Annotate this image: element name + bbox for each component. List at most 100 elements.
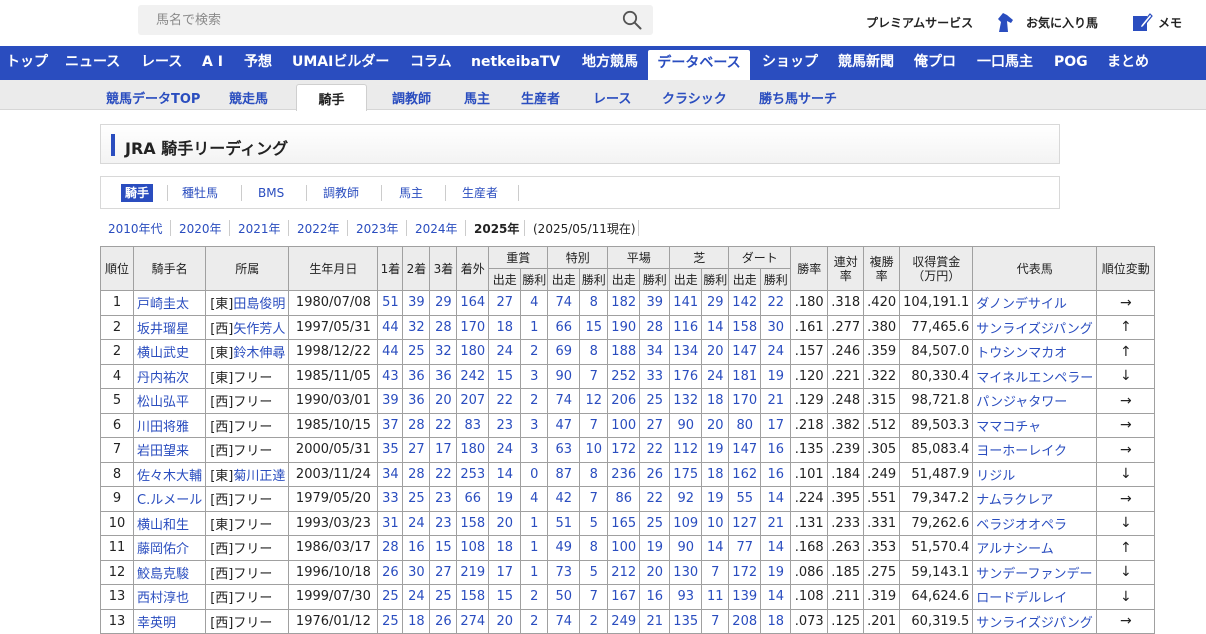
special-wins-link[interactable]: 5: [579, 510, 609, 536]
graded-starts-link[interactable]: 23: [488, 412, 522, 438]
graded-wins-link[interactable]: 2: [520, 339, 549, 365]
subnav-jockey[interactable]: 騎手: [296, 84, 367, 111]
jockey-name-link[interactable]: 西村淳也: [132, 584, 207, 610]
subnav-breeder[interactable]: 生産者: [521, 88, 560, 107]
turf-wins-link[interactable]: 11: [701, 584, 730, 610]
stable-trainer-link[interactable]: 矢作芳人: [233, 322, 285, 337]
third-count-link[interactable]: 27: [429, 559, 458, 585]
graded-starts-link[interactable]: 20: [488, 608, 522, 634]
flat-wins-link[interactable]: 16: [639, 584, 671, 610]
flat-starts-link[interactable]: 182: [607, 290, 641, 316]
special-starts-link[interactable]: 51: [547, 510, 581, 536]
unplaced-count-link[interactable]: 170: [456, 314, 490, 340]
graded-starts-link[interactable]: 15: [488, 363, 522, 389]
third-count-link[interactable]: 23: [429, 510, 458, 536]
dirt-starts-link[interactable]: 158: [728, 314, 762, 340]
flat-starts-link[interactable]: 188: [607, 339, 641, 365]
special-wins-link[interactable]: 5: [579, 559, 609, 585]
flat-wins-link[interactable]: 28: [639, 314, 671, 340]
graded-starts-link[interactable]: 18: [488, 535, 522, 561]
second-count-link[interactable]: 25: [402, 486, 431, 512]
special-wins-link[interactable]: 8: [579, 339, 609, 365]
flat-starts-link[interactable]: 100: [607, 535, 641, 561]
second-count-link[interactable]: 36: [402, 388, 431, 414]
special-starts-link[interactable]: 50: [547, 584, 581, 610]
flat-wins-link[interactable]: 20: [639, 559, 671, 585]
third-count-link[interactable]: 15: [429, 535, 458, 561]
nav-pog[interactable]: POG: [1054, 46, 1088, 80]
turf-starts-link[interactable]: 130: [669, 559, 703, 585]
dirt-wins-link[interactable]: 14: [760, 584, 792, 610]
nav-top[interactable]: トップ: [6, 46, 48, 80]
graded-wins-link[interactable]: 4: [520, 486, 549, 512]
graded-wins-link[interactable]: 3: [520, 437, 549, 463]
first-count-link[interactable]: 25: [377, 584, 404, 610]
nav-orepro[interactable]: 俺プロ: [914, 46, 956, 80]
unplaced-count-link[interactable]: 158: [456, 584, 490, 610]
special-wins-link[interactable]: 8: [579, 535, 609, 561]
rep-horse-link[interactable]: マイネルエンペラー: [972, 363, 1098, 389]
graded-starts-link[interactable]: 20: [488, 510, 522, 536]
nav-matome[interactable]: まとめ: [1107, 46, 1149, 80]
third-count-link[interactable]: 23: [429, 486, 458, 512]
special-starts-link[interactable]: 73: [547, 559, 581, 585]
subnav-winner-search[interactable]: 勝ち馬サーチ: [759, 88, 837, 107]
graded-starts-link[interactable]: 22: [488, 388, 522, 414]
unplaced-count-link[interactable]: 253: [456, 461, 490, 487]
nav-database[interactable]: データベース: [648, 50, 750, 80]
special-starts-link[interactable]: 74: [547, 290, 581, 316]
nav-column[interactable]: コラム: [410, 46, 452, 80]
premium-service-link[interactable]: プレミアムサービス: [866, 14, 973, 31]
year-tab-2010s[interactable]: 2010年代: [108, 220, 163, 237]
first-count-link[interactable]: 33: [377, 486, 404, 512]
special-wins-link[interactable]: 10: [579, 437, 609, 463]
graded-wins-link[interactable]: 1: [520, 314, 549, 340]
rep-horse-link[interactable]: サンライズジパング: [972, 608, 1098, 634]
dirt-starts-link[interactable]: 172: [728, 559, 762, 585]
nav-newspaper[interactable]: 競馬新聞: [838, 46, 894, 80]
second-count-link[interactable]: 24: [402, 510, 431, 536]
flat-wins-link[interactable]: 39: [639, 290, 671, 316]
rep-horse-link[interactable]: アルナシーム: [972, 535, 1098, 561]
turf-wins-link[interactable]: 7: [701, 559, 730, 585]
special-wins-link[interactable]: 2: [579, 608, 609, 634]
nav-local-racing[interactable]: 地方競馬: [582, 46, 638, 80]
dirt-starts-link[interactable]: 170: [728, 388, 762, 414]
turf-starts-link[interactable]: 175: [669, 461, 703, 487]
first-count-link[interactable]: 35: [377, 437, 404, 463]
third-count-link[interactable]: 28: [429, 314, 458, 340]
rep-horse-link[interactable]: ダノンデサイル: [972, 290, 1098, 316]
turf-starts-link[interactable]: 90: [669, 412, 703, 438]
graded-starts-link[interactable]: 18: [488, 314, 522, 340]
cat-tab-sire[interactable]: 種牡馬: [182, 184, 218, 202]
flat-wins-link[interactable]: 22: [639, 486, 671, 512]
special-wins-link[interactable]: 7: [579, 584, 609, 610]
graded-wins-link[interactable]: 2: [520, 584, 549, 610]
flat-wins-link[interactable]: 26: [639, 461, 671, 487]
first-count-link[interactable]: 25: [377, 608, 404, 634]
year-tab-2025[interactable]: 2025年: [474, 220, 519, 237]
unplaced-count-link[interactable]: 180: [456, 339, 490, 365]
flat-wins-link[interactable]: 22: [639, 437, 671, 463]
search-icon[interactable]: [622, 10, 642, 30]
flat-wins-link[interactable]: 21: [639, 608, 671, 634]
dirt-wins-link[interactable]: 14: [760, 486, 792, 512]
jockey-name-link[interactable]: 川田将雅: [132, 412, 207, 438]
flat-starts-link[interactable]: 100: [607, 412, 641, 438]
nav-ai[interactable]: A I: [202, 46, 223, 80]
subnav-classic[interactable]: クラシック: [662, 88, 727, 107]
memo-link[interactable]: メモ: [1158, 14, 1182, 31]
flat-wins-link[interactable]: 25: [639, 388, 671, 414]
jockey-name-link[interactable]: 佐々木大輔: [132, 461, 207, 487]
first-count-link[interactable]: 37: [377, 412, 404, 438]
dirt-starts-link[interactable]: 55: [728, 486, 762, 512]
dirt-starts-link[interactable]: 162: [728, 461, 762, 487]
flat-starts-link[interactable]: 172: [607, 437, 641, 463]
graded-wins-link[interactable]: 3: [520, 363, 549, 389]
rep-horse-link[interactable]: リジル: [972, 461, 1098, 487]
year-tab-2023[interactable]: 2023年: [356, 220, 399, 237]
jockey-name-link[interactable]: 横山和生: [132, 510, 207, 536]
dirt-wins-link[interactable]: 18: [760, 608, 792, 634]
turf-starts-link[interactable]: 90: [669, 535, 703, 561]
cat-tab-bms[interactable]: BMS: [258, 184, 284, 202]
